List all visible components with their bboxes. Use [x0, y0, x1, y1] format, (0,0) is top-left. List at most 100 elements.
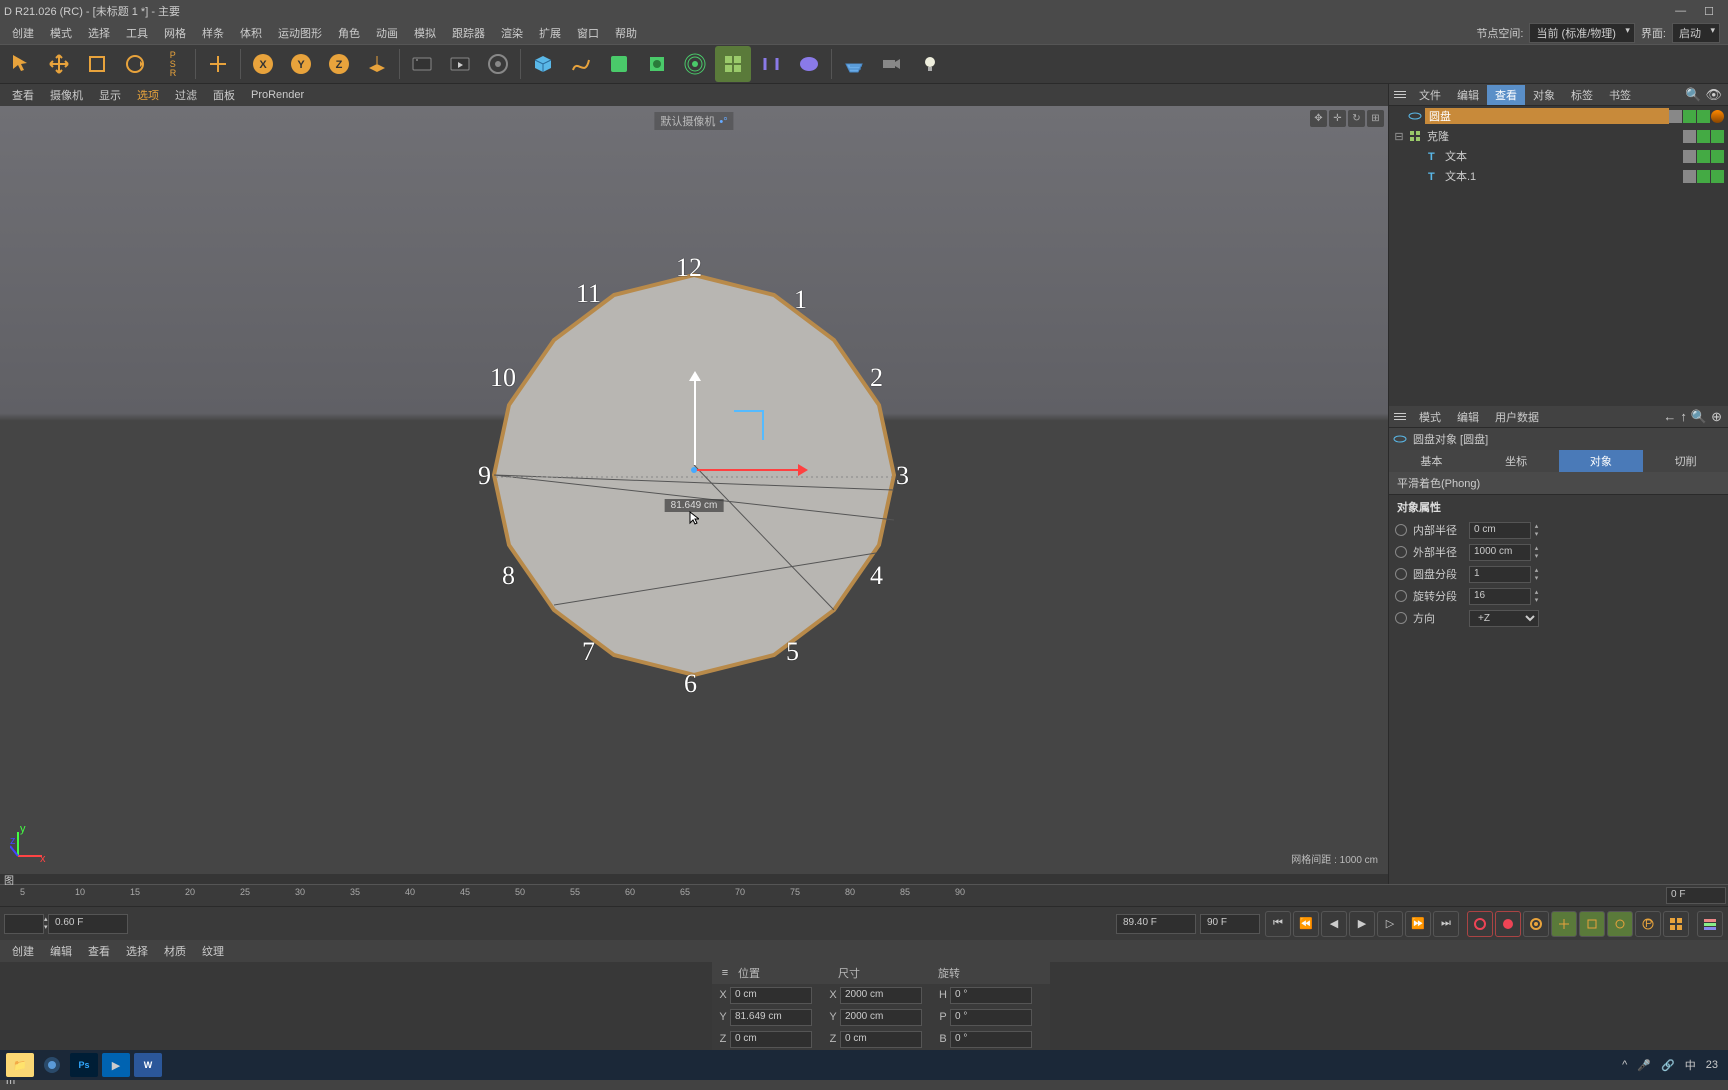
- nodespace-combo[interactable]: 当前 (标准/物理): [1529, 23, 1634, 43]
- key-param-button[interactable]: P: [1635, 911, 1661, 937]
- psr-tool[interactable]: PSR: [155, 46, 191, 82]
- menu-animate[interactable]: 动画: [368, 23, 406, 43]
- vp-nav-zoom-icon[interactable]: ↻: [1348, 110, 1365, 127]
- spline-primitive-tool[interactable]: [563, 46, 599, 82]
- vp-menu-filter[interactable]: 过滤: [167, 85, 205, 105]
- goto-end-button[interactable]: ⏭: [1433, 911, 1459, 937]
- rotate-tool[interactable]: [117, 46, 153, 82]
- mat-texture[interactable]: 纹理: [194, 941, 232, 961]
- vp-menu-prorender[interactable]: ProRender: [243, 87, 312, 103]
- obj-hamburger-icon[interactable]: [1389, 91, 1411, 98]
- pos-z-input[interactable]: 0 cm: [730, 1031, 812, 1048]
- tree-row-text1[interactable]: T 文本.1: [1389, 166, 1728, 186]
- cube-primitive-tool[interactable]: [525, 46, 561, 82]
- tree-label[interactable]: 文本.1: [1443, 168, 1683, 184]
- prop-radio[interactable]: [1395, 590, 1407, 602]
- menu-mode[interactable]: 模式: [42, 23, 80, 43]
- attr-tab-basic[interactable]: 基本: [1389, 450, 1474, 472]
- camera-tool[interactable]: [874, 46, 910, 82]
- axis-gizmo[interactable]: yzx: [10, 824, 50, 864]
- attr-back-icon[interactable]: ←: [1663, 409, 1676, 425]
- obj-menu-file[interactable]: 文件: [1411, 85, 1449, 105]
- deformer-tool[interactable]: [639, 46, 675, 82]
- tree-label[interactable]: 克隆: [1425, 128, 1683, 144]
- mat-material[interactable]: 材质: [156, 941, 194, 961]
- frame-total-input[interactable]: 90 F: [1200, 914, 1260, 934]
- live-select-tool[interactable]: [3, 46, 39, 82]
- prop-radio[interactable]: [1395, 546, 1407, 558]
- attr-up-icon[interactable]: ↑: [1680, 409, 1687, 425]
- size-y-input[interactable]: 2000 cm: [840, 1009, 922, 1026]
- scale-tool[interactable]: [79, 46, 115, 82]
- mat-view[interactable]: 查看: [80, 941, 118, 961]
- object-tree[interactable]: 圆盘 ⊟ 克隆 T 文本 T 文本.1: [1389, 106, 1728, 406]
- menu-render[interactable]: 渲染: [493, 23, 531, 43]
- volume-tool[interactable]: [791, 46, 827, 82]
- obj-menu-bookmarks[interactable]: 书签: [1601, 85, 1639, 105]
- obj-menu-tags[interactable]: 标签: [1563, 85, 1601, 105]
- obj-search-icon[interactable]: 🔍: [1685, 87, 1701, 103]
- prop-input[interactable]: 1000 cm▴▾: [1469, 544, 1531, 561]
- menu-mesh[interactable]: 网格: [156, 23, 194, 43]
- maximize-icon[interactable]: ☐: [1704, 5, 1714, 18]
- size-z-input[interactable]: 0 cm: [840, 1031, 922, 1048]
- obj-menu-objects[interactable]: 对象: [1525, 85, 1563, 105]
- prop-radio[interactable]: [1395, 568, 1407, 580]
- move-tool[interactable]: [41, 46, 77, 82]
- y-axis-toggle[interactable]: Y: [283, 46, 319, 82]
- play-button[interactable]: ▶: [1349, 911, 1375, 937]
- tray-clock[interactable]: 23: [1706, 1059, 1718, 1071]
- mograph-tool[interactable]: [715, 46, 751, 82]
- taskbar-media-icon[interactable]: ▶: [102, 1053, 130, 1077]
- plane-handle[interactable]: [734, 410, 764, 440]
- y-axis-handle[interactable]: [694, 375, 696, 465]
- minimize-icon[interactable]: —: [1675, 5, 1686, 18]
- vp-menu-view[interactable]: 查看: [4, 85, 42, 105]
- menu-help[interactable]: 帮助: [607, 23, 645, 43]
- taskbar-c4d-icon[interactable]: [38, 1053, 66, 1077]
- viewport[interactable]: 默认摄像机•° ✥ ✛ ↻ ⊞: [0, 106, 1388, 874]
- attr-tab-slice[interactable]: 切削: [1643, 450, 1728, 472]
- menu-mograph[interactable]: 运动图形: [270, 23, 330, 43]
- rot-p-input[interactable]: 0 °: [950, 1009, 1032, 1026]
- goto-start-button[interactable]: ⏮: [1265, 911, 1291, 937]
- render-settings-tool[interactable]: [404, 46, 440, 82]
- vp-nav-grid-icon[interactable]: ⊞: [1367, 110, 1384, 127]
- key-scale-button[interactable]: [1579, 911, 1605, 937]
- tray-link-icon[interactable]: 🔗: [1661, 1059, 1675, 1072]
- key-rot-button[interactable]: [1607, 911, 1633, 937]
- attr-menu-mode[interactable]: 模式: [1411, 407, 1449, 427]
- size-x-input[interactable]: 2000 cm: [840, 987, 922, 1004]
- origin-dot[interactable]: [691, 467, 697, 473]
- timeline[interactable]: 51015202530354045505560657075808590 0 F: [0, 884, 1728, 906]
- attr-tab-coord[interactable]: 坐标: [1474, 450, 1559, 472]
- goto-prevkey-button[interactable]: ⏪: [1293, 911, 1319, 937]
- key-pos-button[interactable]: [1551, 911, 1577, 937]
- attr-menu-userdata[interactable]: 用户数据: [1487, 407, 1547, 427]
- menu-tracker[interactable]: 跟踪器: [444, 23, 493, 43]
- x-axis-handle[interactable]: [694, 469, 804, 471]
- tray-mic-icon[interactable]: 🎤: [1637, 1059, 1651, 1072]
- prop-input[interactable]: 16▴▾: [1469, 588, 1531, 605]
- menu-character[interactable]: 角色: [330, 23, 368, 43]
- timeline-ruler[interactable]: 51015202530354045505560657075808590: [0, 885, 1664, 906]
- key-options-button[interactable]: [1523, 911, 1549, 937]
- tray-ime-label[interactable]: 中: [1685, 1057, 1696, 1073]
- menu-volume[interactable]: 体积: [232, 23, 270, 43]
- taskbar-explorer-icon[interactable]: 📁: [6, 1053, 34, 1077]
- attr-menu-edit[interactable]: 编辑: [1449, 407, 1487, 427]
- timeline-dopesheet-button[interactable]: [1697, 911, 1723, 937]
- attr-tab-object[interactable]: 对象: [1559, 450, 1644, 472]
- mat-edit[interactable]: 编辑: [42, 941, 80, 961]
- taskbar-ps-icon[interactable]: Ps: [70, 1053, 98, 1077]
- vp-menu-options[interactable]: 选项: [129, 85, 167, 105]
- rot-b-input[interactable]: 0 °: [950, 1031, 1032, 1048]
- goto-nextkey-button[interactable]: ⏩: [1405, 911, 1431, 937]
- menu-create[interactable]: 创建: [4, 23, 42, 43]
- vp-menu-camera[interactable]: 摄像机: [42, 85, 91, 105]
- vp-nav-look-icon[interactable]: ✥: [1310, 110, 1327, 127]
- vp-nav-pan-icon[interactable]: ✛: [1329, 110, 1346, 127]
- tree-label[interactable]: 文本: [1443, 148, 1683, 164]
- menu-window[interactable]: 窗口: [569, 23, 607, 43]
- obj-menu-edit[interactable]: 编辑: [1449, 85, 1487, 105]
